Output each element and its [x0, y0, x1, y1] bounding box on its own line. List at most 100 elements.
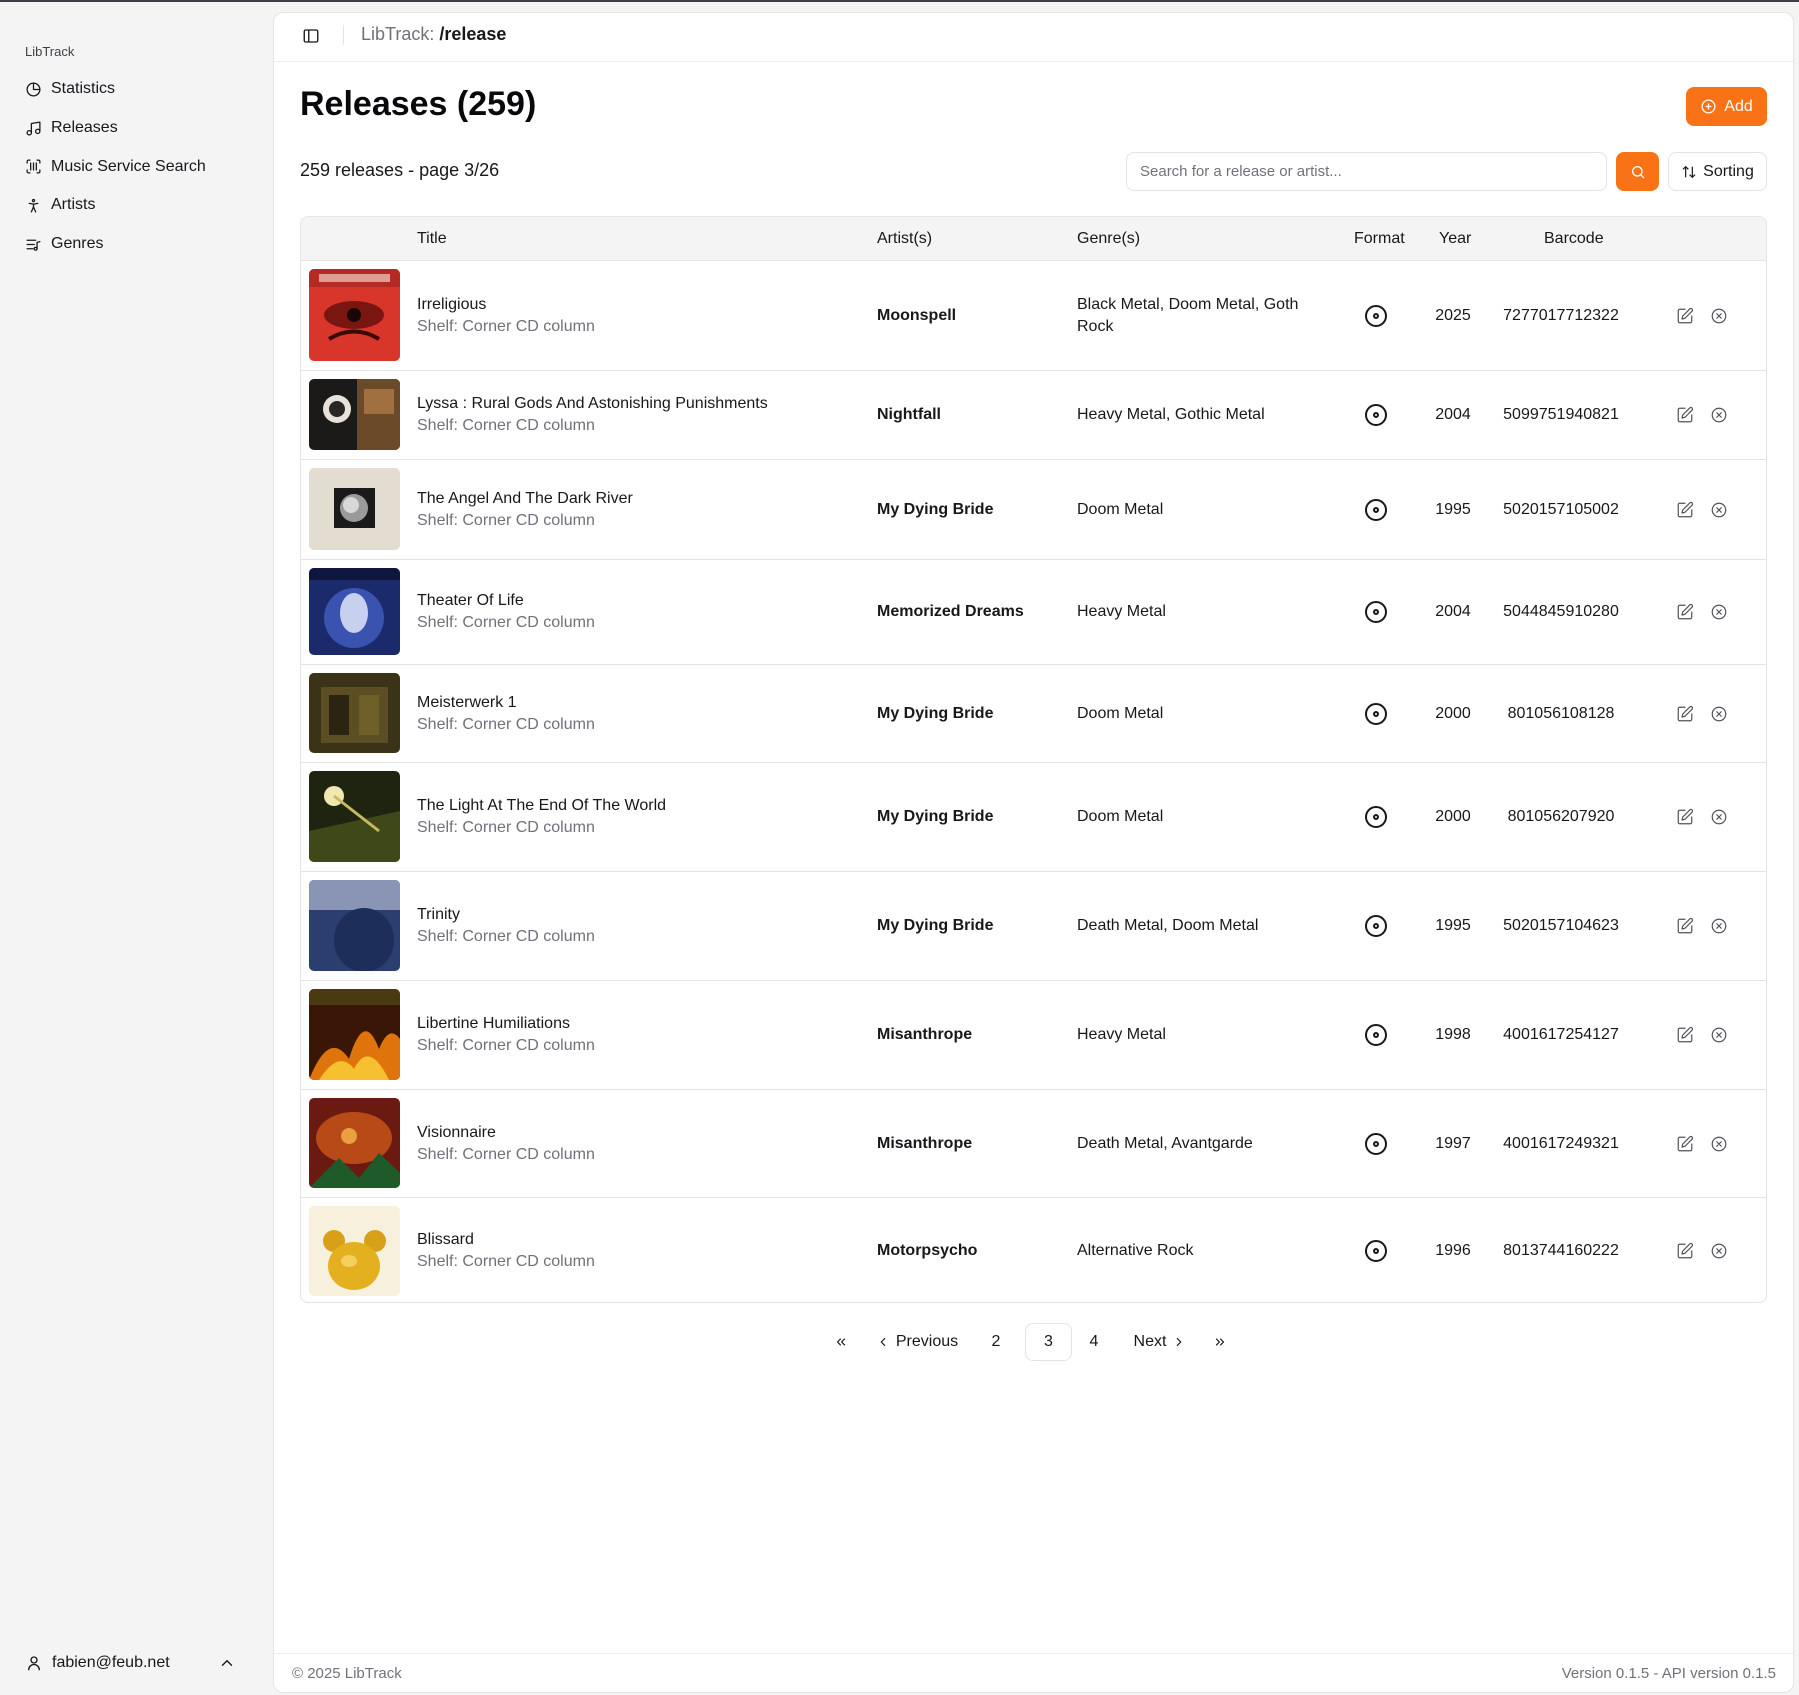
chevron-left-icon — [880, 1337, 886, 1347]
edit-button[interactable] — [1676, 808, 1694, 826]
chevrons-left-icon — [836, 1338, 846, 1346]
sidebar-toggle-button[interactable] — [302, 27, 320, 45]
delete-button[interactable] — [1710, 1135, 1728, 1153]
artist-link[interactable]: Memorized Dreams — [877, 603, 1024, 621]
footer: © 2025 LibTrack Version 0.1.5 - API vers… — [274, 1653, 1793, 1693]
year-cell: 1995 — [1435, 500, 1471, 518]
edit-button[interactable] — [1676, 917, 1694, 935]
album-cover — [309, 1098, 400, 1188]
edit-icon — [1677, 1026, 1694, 1043]
edit-button[interactable] — [1676, 705, 1694, 723]
album-cover — [309, 880, 400, 971]
column-artists[interactable]: Artist(s) — [877, 230, 932, 248]
edit-button[interactable] — [1676, 603, 1694, 621]
last-page-button[interactable] — [1201, 1323, 1239, 1361]
release-shelf: Shelf: Corner CD column — [417, 317, 595, 335]
sorting-button[interactable]: Sorting — [1668, 152, 1767, 191]
year-cell: 2004 — [1435, 603, 1471, 620]
release-title: Visionnaire — [417, 1123, 496, 1141]
table-row[interactable]: Meisterwerk 1 Shelf: Corner CD column My… — [301, 665, 1766, 763]
list-music-icon — [26, 239, 41, 251]
delete-button[interactable] — [1710, 406, 1728, 424]
edit-icon — [1677, 307, 1694, 323]
sidebar-item-releases[interactable]: Releases — [16, 109, 261, 148]
table-header: Title Artist(s) Genre(s) Format Year Bar… — [301, 217, 1766, 261]
table-row[interactable]: Theater Of Life Shelf: Corner CD column … — [301, 560, 1766, 665]
table-row[interactable]: Visionnaire Shelf: Corner CD column Misa… — [301, 1090, 1766, 1198]
column-title[interactable]: Title — [417, 230, 447, 248]
top-header: LibTrack: /release — [274, 13, 1793, 62]
artist-link[interactable]: Nightfall — [877, 406, 941, 424]
column-genres[interactable]: Genre(s) — [1077, 230, 1140, 248]
album-cover — [309, 468, 400, 550]
edit-button[interactable] — [1676, 1135, 1694, 1153]
sidebar-item-music-service-search[interactable]: Music Service Search — [16, 147, 261, 186]
cd-icon — [1365, 1240, 1387, 1262]
page-button[interactable]: 2 — [977, 1323, 1015, 1361]
delete-button[interactable] — [1710, 917, 1728, 935]
sidebar-item-artists[interactable]: Artists — [16, 186, 261, 225]
year-cell: 2000 — [1435, 808, 1471, 825]
previous-label: Previous — [895, 1333, 959, 1350]
edit-button[interactable] — [1676, 406, 1694, 424]
column-format[interactable]: Format — [1354, 230, 1405, 248]
artist-link[interactable]: My Dying Bride — [877, 917, 993, 935]
release-title: The Angel And The Dark River — [417, 489, 633, 507]
page-button[interactable]: 4 — [1075, 1323, 1113, 1361]
table-row[interactable]: Lyssa : Rural Gods And Astonishing Punis… — [301, 371, 1766, 460]
add-release-button[interactable]: Add — [1686, 87, 1767, 126]
first-page-button[interactable] — [822, 1323, 860, 1361]
sidebar-item-genres[interactable]: Genres — [16, 225, 261, 264]
delete-button[interactable] — [1710, 1026, 1728, 1044]
sidebar-item-label: Genres — [51, 235, 104, 253]
edit-button[interactable] — [1676, 307, 1694, 325]
edit-button[interactable] — [1676, 1242, 1694, 1260]
column-year[interactable]: Year — [1439, 230, 1471, 248]
artist-link[interactable]: Moonspell — [877, 307, 956, 325]
format-cell — [1364, 1239, 1388, 1263]
sidebar-item-statistics[interactable]: Statistics — [16, 70, 261, 109]
table-row[interactable]: The Angel And The Dark River Shelf: Corn… — [301, 460, 1766, 560]
artist-link[interactable]: Motorpsycho — [877, 1242, 977, 1260]
release-title: Theater Of Life — [417, 592, 524, 609]
genre-cell: Doom Metal — [1077, 704, 1164, 722]
edit-button[interactable] — [1676, 501, 1694, 519]
year-cell: 1995 — [1435, 917, 1471, 934]
album-cover — [309, 989, 400, 1080]
delete-button[interactable] — [1710, 808, 1728, 826]
title-cell: The Light At The End Of The World Shelf:… — [417, 795, 666, 839]
album-cover — [309, 771, 400, 862]
artist-link[interactable]: My Dying Bride — [877, 501, 993, 519]
search-input[interactable] — [1126, 152, 1607, 191]
page-button-current[interactable]: 3 — [1025, 1323, 1072, 1361]
add-button-label: Add — [1724, 97, 1753, 115]
edit-icon — [1677, 501, 1694, 517]
delete-button[interactable] — [1710, 705, 1728, 723]
delete-button[interactable] — [1710, 603, 1728, 621]
table-row[interactable]: Blissard Shelf: Corner CD column Motorps… — [301, 1198, 1766, 1302]
search-button[interactable] — [1616, 152, 1659, 191]
edit-button[interactable] — [1676, 1026, 1694, 1044]
release-title: Irreligious — [417, 295, 487, 313]
artist-link[interactable]: My Dying Bride — [877, 808, 993, 826]
delete-button[interactable] — [1710, 307, 1728, 325]
sidebar-item-label: Music Service Search — [51, 157, 206, 175]
delete-button[interactable] — [1710, 501, 1728, 519]
table-row[interactable]: The Light At The End Of The World Shelf:… — [301, 763, 1766, 872]
delete-button[interactable] — [1710, 1242, 1728, 1260]
cd-icon — [1365, 404, 1387, 426]
user-menu[interactable]: fabien@feub.net — [25, 1650, 245, 1676]
table-row[interactable]: Trinity Shelf: Corner CD column My Dying… — [301, 872, 1766, 981]
table-row[interactable]: Libertine Humiliations Shelf: Corner CD … — [301, 981, 1766, 1090]
title-cell: Libertine Humiliations Shelf: Corner CD … — [417, 1013, 595, 1057]
previous-page-button[interactable]: Previous — [868, 1323, 966, 1361]
column-barcode[interactable]: Barcode — [1544, 230, 1604, 248]
artist-link[interactable]: Misanthrope — [877, 1026, 972, 1044]
release-shelf: Shelf: Corner CD column — [417, 1253, 595, 1270]
table-row[interactable]: Irreligious Shelf: Corner CD column Moon… — [301, 261, 1766, 371]
chevron-up-icon[interactable] — [218, 1654, 236, 1672]
next-page-button[interactable]: Next — [1126, 1323, 1194, 1361]
artist-link[interactable]: Misanthrope — [877, 1135, 972, 1153]
artist-link[interactable]: My Dying Bride — [877, 705, 993, 723]
page-title: Releases (259) — [300, 85, 537, 123]
